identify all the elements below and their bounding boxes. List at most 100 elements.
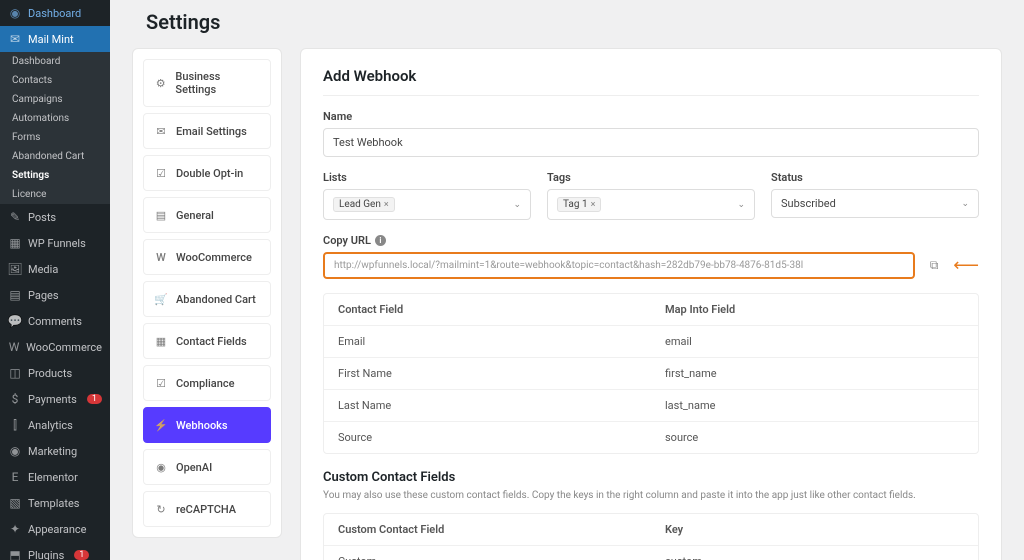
menu-icon: ◉: [8, 444, 22, 458]
name-input[interactable]: [323, 128, 979, 157]
table-cell: Source: [324, 422, 651, 453]
wp-menu-item[interactable]: ▧ Templates: [0, 490, 110, 516]
wp-submenu: DashboardContactsCampaignsAutomationsFor…: [0, 52, 110, 204]
tag-chip: Tag 1 ×: [557, 197, 601, 212]
lists-select[interactable]: Lead Gen × ⌄: [323, 189, 531, 220]
settings-nav-item[interactable]: ☑ Compliance: [143, 365, 271, 401]
list-tag: Lead Gen ×: [333, 197, 395, 212]
lists-label: Lists: [323, 171, 531, 184]
menu-label: Elementor: [28, 471, 78, 484]
nav-icon: ▤: [154, 208, 168, 222]
menu-badge: 1: [87, 394, 102, 404]
table-header-cell: Custom Contact Field: [324, 514, 651, 545]
wp-admin-sidebar: ◉Dashboard✉Mail MintDashboardContactsCam…: [0, 0, 110, 560]
wp-menu-item[interactable]: ⫿Analytics: [0, 412, 110, 438]
nav-label: Contact Fields: [176, 335, 247, 348]
wp-menu-item[interactable]: $Payments1: [0, 386, 110, 412]
settings-nav-item[interactable]: ◉OpenAI: [143, 449, 271, 485]
table-row: Sourcesource: [324, 422, 978, 453]
nav-icon: ☑: [154, 376, 168, 390]
settings-nav-item[interactable]: ▦Contact Fields: [143, 323, 271, 359]
menu-icon: ✦: [8, 522, 22, 536]
nav-label: Compliance: [176, 377, 234, 390]
settings-nav-item[interactable]: WWooCommerce: [143, 239, 271, 275]
settings-nav-item[interactable]: 🛒Abandoned Cart: [143, 281, 271, 317]
menu-label: WP Funnels: [28, 237, 86, 250]
menu-label: Dashboard: [28, 7, 81, 20]
settings-nav-item[interactable]: ☑ Double Opt-in: [143, 155, 271, 191]
status-label: Status: [771, 171, 979, 184]
menu-icon: ▧: [8, 496, 22, 510]
wp-menu-item[interactable]: ◉Marketing: [0, 438, 110, 464]
nav-label: OpenAI: [176, 461, 212, 474]
menu-label: Posts: [28, 211, 56, 224]
wp-menu-item[interactable]: W WooCommerce: [0, 334, 110, 360]
menu-badge: 1: [74, 550, 89, 560]
table-header-cell: Map Into Field: [651, 294, 978, 325]
menu-icon: ⫿: [8, 418, 22, 432]
table-row: Emailemail: [324, 326, 978, 358]
nav-label: General: [176, 209, 214, 222]
table-header-cell: Contact Field: [324, 294, 651, 325]
wp-menu-item[interactable]: ✦ Appearance: [0, 516, 110, 542]
tags-select[interactable]: Tag 1 × ⌄: [547, 189, 755, 220]
table-cell: email: [651, 326, 978, 357]
settings-nav-item[interactable]: ✉Email Settings: [143, 113, 271, 149]
menu-icon: ▦: [8, 236, 22, 250]
table-header-row: Custom Contact FieldKey: [324, 514, 978, 546]
menu-icon: ◫: [8, 366, 22, 380]
main-content: Settings ⚙Business Settings ✉Email Settin…: [110, 0, 1024, 560]
nav-label: Double Opt-in: [176, 167, 243, 180]
nav-label: WooCommerce: [176, 251, 252, 264]
menu-icon: W: [8, 340, 20, 354]
page-title: Settings: [146, 10, 1002, 34]
field-map-table: Contact FieldMap Into FieldEmailemailFir…: [323, 293, 979, 454]
wp-menu-item[interactable]: ◉ Dashboard: [0, 0, 110, 26]
menu-label: Appearance: [28, 523, 87, 536]
wp-submenu-item[interactable]: Licence: [0, 185, 110, 204]
wp-menu-item[interactable]: ✉Mail Mint: [0, 26, 110, 52]
settings-nav: ⚙Business Settings ✉Email Settings ☑ Double…: [132, 48, 282, 538]
copy-url-input[interactable]: [323, 252, 915, 279]
table-cell: custom: [651, 546, 978, 560]
nav-icon: ☑: [154, 166, 168, 180]
tags-label: Tags: [547, 171, 755, 184]
menu-icon: ◉: [8, 6, 22, 20]
wp-menu-item[interactable]: ▦ WP Funnels: [0, 230, 110, 256]
remove-tag-icon[interactable]: ×: [384, 200, 389, 210]
table-row: Last Namelast_name: [324, 390, 978, 422]
wp-menu-item[interactable]: 🖼Media: [0, 256, 110, 282]
menu-label: WooCommerce: [26, 341, 102, 354]
settings-nav-item[interactable]: ⚙Business Settings: [143, 59, 271, 107]
settings-nav-item[interactable]: ↻reCAPTCHA: [143, 491, 271, 527]
copy-icon[interactable]: ⧉: [923, 255, 945, 277]
wp-submenu-item[interactable]: Abandoned Cart: [0, 147, 110, 166]
wp-submenu-item[interactable]: Campaigns: [0, 90, 110, 109]
wp-submenu-item[interactable]: Contacts: [0, 71, 110, 90]
wp-menu-item[interactable]: ◫ Products: [0, 360, 110, 386]
nav-icon: 🛒: [154, 292, 168, 306]
wp-menu-item[interactable]: ⬒Plugins1: [0, 542, 110, 560]
remove-tag-icon[interactable]: ×: [591, 200, 596, 210]
wp-submenu-item[interactable]: Automations: [0, 109, 110, 128]
table-cell: first_name: [651, 358, 978, 389]
wp-submenu-item[interactable]: Dashboard: [0, 52, 110, 71]
wp-submenu-item[interactable]: Forms: [0, 128, 110, 147]
settings-nav-item[interactable]: ▤ General: [143, 197, 271, 233]
panel-title: Add Webhook: [323, 67, 979, 96]
menu-label: Payments: [28, 393, 77, 406]
menu-label: Templates: [28, 497, 79, 510]
menu-label: Products: [28, 367, 72, 380]
wp-menu-item[interactable]: 💬Comments: [0, 308, 110, 334]
menu-label: Pages: [28, 289, 59, 302]
menu-icon: ✎: [8, 210, 22, 224]
name-label: Name: [323, 110, 979, 123]
settings-nav-item[interactable]: ⚡Webhooks: [143, 407, 271, 443]
status-select[interactable]: Subscribed ⌄: [771, 189, 979, 218]
wp-submenu-item[interactable]: Settings: [0, 166, 110, 185]
wp-menu-item[interactable]: ▤Pages: [0, 282, 110, 308]
menu-icon: 🖼: [8, 262, 22, 276]
wp-menu-item[interactable]: EElementor: [0, 464, 110, 490]
wp-menu-item[interactable]: ✎ Posts: [0, 204, 110, 230]
nav-icon: ⚡: [154, 418, 168, 432]
